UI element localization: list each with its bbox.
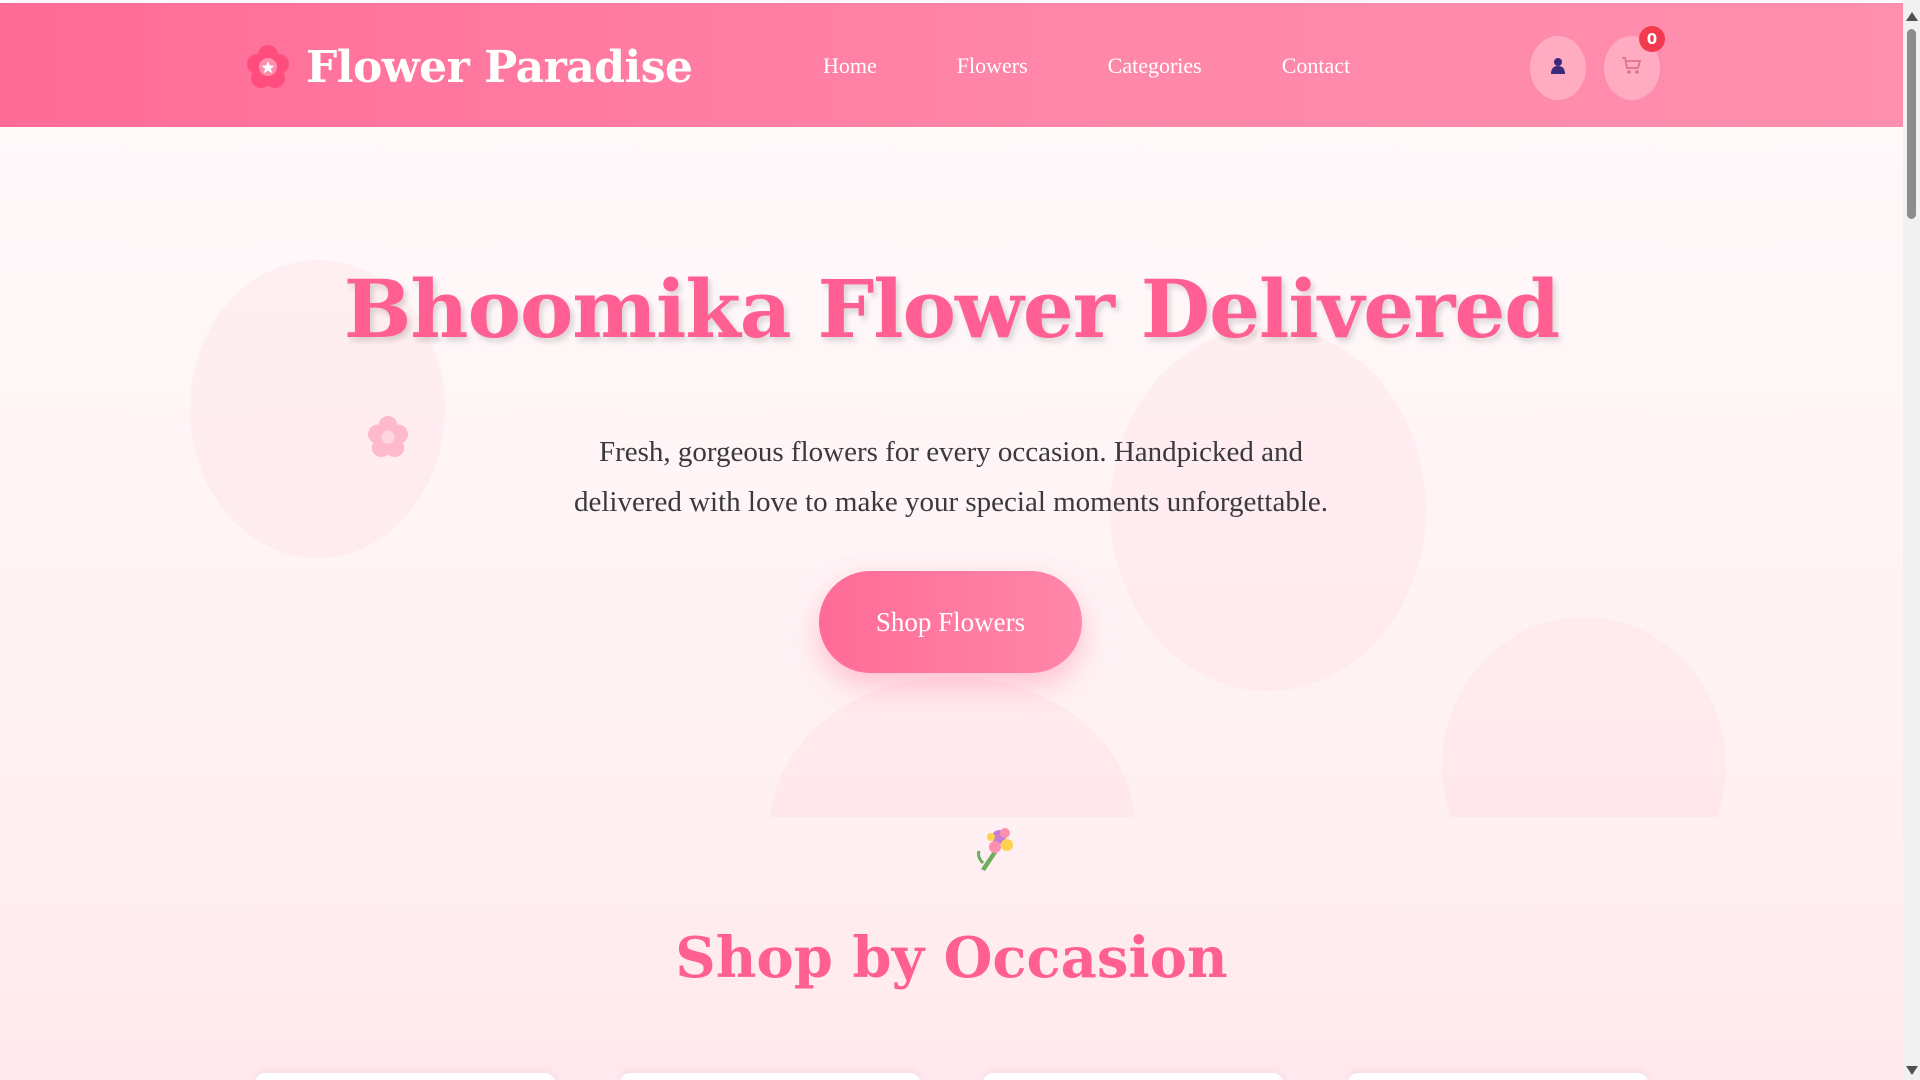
nav-home[interactable]: Home: [823, 53, 877, 79]
page: Flower Paradise Home Flowers Categories …: [0, 0, 1903, 1080]
bouquet-icon: [971, 823, 1019, 873]
flower-icon: [246, 45, 290, 89]
hero-section: Bhoomika Flower Delivered Fresh, gorgeou…: [0, 127, 1903, 817]
decor-blob: [770, 677, 1135, 817]
occasion-card[interactable]: [255, 1073, 555, 1080]
shop-flowers-button[interactable]: Shop Flowers: [819, 571, 1082, 673]
occasion-section: Shop by Occasion: [0, 817, 1903, 1080]
page-scrollbar[interactable]: [1903, 0, 1920, 1080]
decor-blob: [1442, 617, 1726, 817]
scrollbar-thumb[interactable]: [1907, 29, 1916, 219]
occasion-card[interactable]: [620, 1073, 920, 1080]
flower-icon: [367, 416, 409, 458]
account-button[interactable]: [1530, 36, 1586, 100]
brand-name: Flower Paradise: [306, 41, 693, 93]
user-icon: [1549, 57, 1567, 80]
nav-flowers[interactable]: Flowers: [957, 53, 1028, 79]
nav-categories[interactable]: Categories: [1108, 53, 1202, 79]
section-title: Shop by Occasion: [675, 925, 1228, 991]
scroll-up-arrow-icon[interactable]: [1906, 12, 1918, 21]
nav-contact[interactable]: Contact: [1282, 53, 1350, 79]
hero-title: Bhoomika Flower Delivered: [343, 262, 1560, 356]
main-nav: Home Flowers Categories Contact: [823, 53, 1430, 79]
hero-subtitle: Fresh, gorgeous flowers for every occasi…: [573, 436, 1329, 518]
scroll-down-arrow-icon[interactable]: [1906, 1066, 1918, 1075]
brand-logo[interactable]: Flower Paradise: [246, 39, 693, 95]
cart-icon: [1621, 56, 1643, 81]
cart-count-badge: 0: [1639, 26, 1665, 52]
occasion-card[interactable]: [1348, 1073, 1648, 1080]
occasion-card[interactable]: [983, 1073, 1283, 1080]
site-header: Flower Paradise Home Flowers Categories …: [0, 3, 1903, 127]
